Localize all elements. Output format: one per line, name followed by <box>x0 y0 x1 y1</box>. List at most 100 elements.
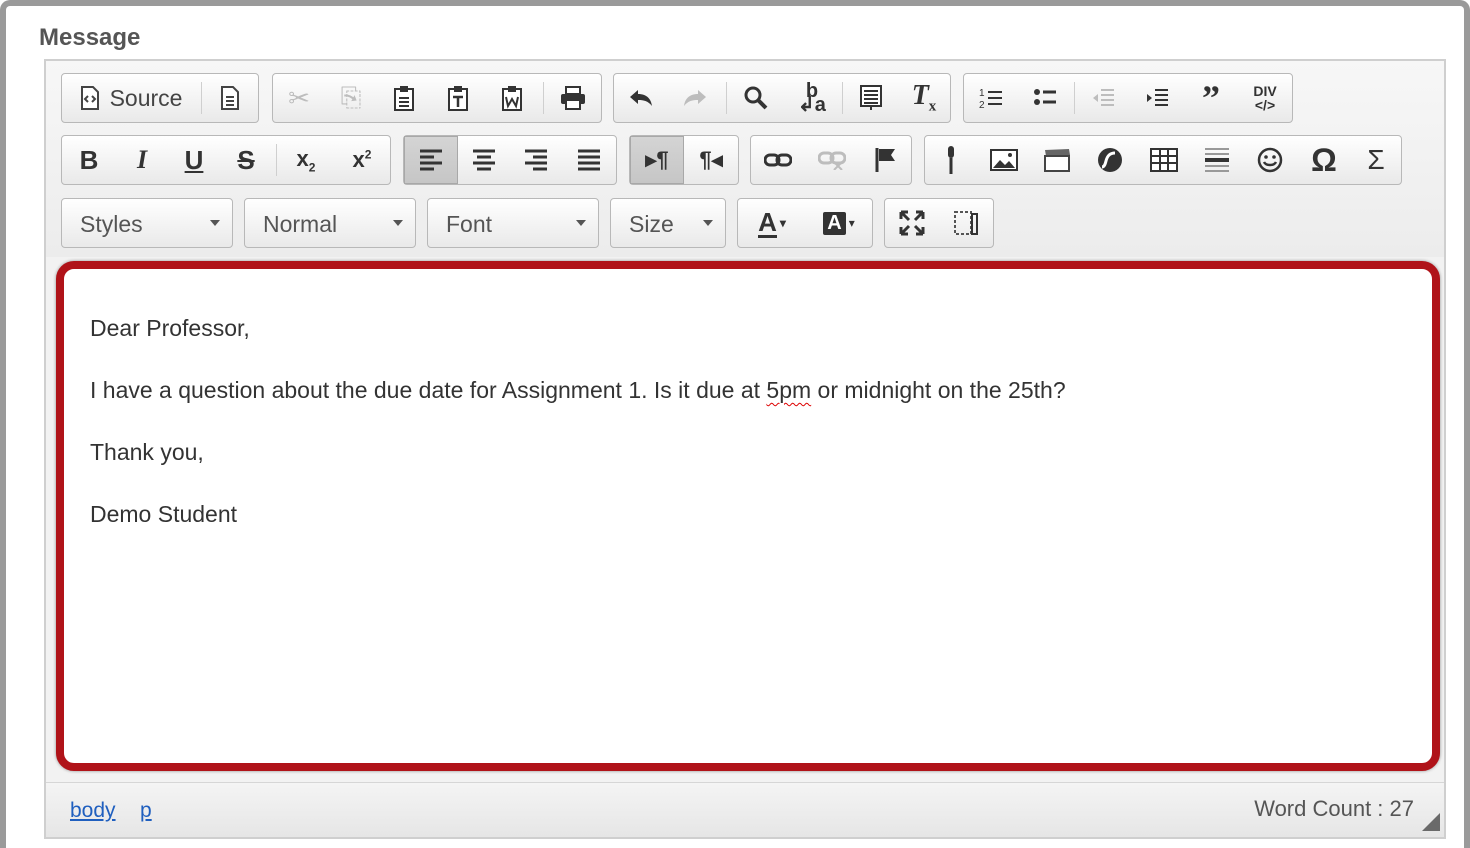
chevron-down-icon: ▾ <box>848 216 855 230</box>
copy-icon: ⎘ <box>340 82 362 112</box>
element-path-body[interactable]: body <box>70 799 116 823</box>
resize-handle-icon[interactable] <box>1422 813 1440 831</box>
editor-toolbar: Source ✂ ⎘ b ↲a Tx 1 2 ” DIV </> B I U S… <box>46 61 1444 257</box>
clipboard-group: ✂ ⎘ <box>272 73 602 123</box>
alignment-group <box>403 135 617 185</box>
blockquote-button[interactable]: ” <box>1184 74 1238 122</box>
tools-group <box>884 198 994 248</box>
decrease-indent-button[interactable] <box>1076 74 1130 122</box>
rtl-icon: ¶◂ <box>699 147 723 172</box>
link-button[interactable] <box>751 136 805 184</box>
anchor-button[interactable] <box>859 136 911 184</box>
strikethrough-button[interactable]: S <box>220 136 272 184</box>
bold-button[interactable]: B <box>62 136 116 184</box>
background-color-button[interactable]: A ▾ <box>806 199 872 247</box>
insert-group: Ω Σ <box>924 135 1402 185</box>
copy-button[interactable]: ⎘ <box>325 74 377 122</box>
printer-icon <box>560 86 586 110</box>
editor-content-area[interactable]: Dear Professor, I have a question about … <box>56 261 1440 771</box>
insert-table-button[interactable] <box>1137 136 1191 184</box>
replace-button[interactable]: b ↲a <box>784 74 840 122</box>
horizontal-line-icon <box>1204 146 1230 174</box>
styles-dropdown-label: Styles <box>80 211 143 237</box>
div-icon: DIV </> <box>1253 83 1277 113</box>
insert-audio-button[interactable] <box>925 136 977 184</box>
align-right-button[interactable] <box>510 136 562 184</box>
undo-button[interactable] <box>614 74 668 122</box>
source-icon <box>80 86 100 110</box>
links-group <box>750 135 912 185</box>
document-group: Source <box>61 73 259 123</box>
unlink-button[interactable] <box>805 136 859 184</box>
insert-smiley-button[interactable] <box>1243 136 1297 184</box>
underline-button[interactable]: U <box>168 136 220 184</box>
smiley-icon <box>1257 147 1283 173</box>
paragraph-question-start: I have a question about the due date for… <box>90 377 767 403</box>
italic-button[interactable]: I <box>116 136 168 184</box>
paragraph-question-end: or midnight on the 25th? <box>811 377 1066 403</box>
align-left-button[interactable] <box>404 136 458 184</box>
insert-video-button[interactable] <box>1031 136 1083 184</box>
element-path-p[interactable]: p <box>140 799 152 823</box>
insert-flash-button[interactable] <box>1083 136 1137 184</box>
horizontal-line-button[interactable] <box>1191 136 1243 184</box>
microphone-icon <box>944 145 958 175</box>
cut-button[interactable]: ✂ <box>273 74 325 122</box>
styles-dropdown[interactable]: Styles <box>61 198 233 248</box>
special-character-button[interactable]: Ω <box>1297 136 1351 184</box>
list-group: 12 ” DIV </> <box>963 73 1293 123</box>
preview-button[interactable] <box>202 74 258 122</box>
remove-format-button[interactable]: Tx <box>898 74 950 122</box>
insert-math-button[interactable]: Σ <box>1351 136 1401 184</box>
align-left-icon <box>419 149 443 171</box>
print-button[interactable] <box>545 74 601 122</box>
strikethrough-icon: S <box>237 144 255 175</box>
maximize-icon <box>899 210 925 236</box>
select-all-button[interactable] <box>844 74 898 122</box>
text-direction-rtl-button[interactable]: ¶◂ <box>684 136 738 184</box>
source-button[interactable]: Source <box>62 74 200 122</box>
paste-text-button[interactable] <box>431 74 485 122</box>
format-dropdown[interactable]: Normal <box>244 198 416 248</box>
misspelled-word[interactable]: 5pm <box>766 377 811 403</box>
maximize-button[interactable] <box>885 199 939 247</box>
superscript-icon: x2 <box>352 147 372 172</box>
bulleted-list-button[interactable] <box>1018 74 1072 122</box>
text-direction-ltr-button[interactable]: ▸¶ <box>630 136 684 184</box>
justify-button[interactable] <box>562 136 616 184</box>
redo-button[interactable] <box>668 74 722 122</box>
find-button[interactable] <box>728 74 784 122</box>
word-count: Word Count : 27 <box>1254 796 1414 821</box>
paste-word-icon <box>501 85 523 111</box>
paste-button[interactable] <box>377 74 431 122</box>
create-div-button[interactable]: DIV </> <box>1238 74 1292 122</box>
table-icon <box>1150 148 1178 172</box>
justify-icon <box>577 149 601 171</box>
link-icon <box>764 152 792 168</box>
insert-image-button[interactable] <box>977 136 1031 184</box>
font-dropdown[interactable]: Font <box>427 198 599 248</box>
paste-word-button[interactable] <box>485 74 539 122</box>
paste-icon <box>393 85 415 111</box>
size-dropdown[interactable]: Size <box>610 198 726 248</box>
show-blocks-button[interactable] <box>939 199 993 247</box>
text-color-button[interactable]: A ▾ <box>738 199 806 247</box>
svg-text:2: 2 <box>979 100 985 110</box>
chevron-down-icon: ▾ <box>779 216 786 230</box>
bulleted-list-icon <box>1033 86 1057 110</box>
paste-text-icon <box>447 85 469 111</box>
superscript-button[interactable]: x2 <box>334 136 390 184</box>
source-label: Source <box>109 84 183 111</box>
undo-icon <box>628 88 654 108</box>
paragraph-signature: Demo Student <box>90 501 238 527</box>
subscript-icon: x2 <box>296 145 316 175</box>
numbered-list-button[interactable]: 12 <box>964 74 1018 122</box>
paragraph-greeting: Dear Professor, <box>90 315 250 341</box>
clapperboard-icon <box>1043 148 1071 172</box>
subscript-button[interactable]: x2 <box>278 136 334 184</box>
increase-indent-button[interactable] <box>1130 74 1184 122</box>
align-right-icon <box>524 149 548 171</box>
indent-icon <box>1145 86 1169 110</box>
text-color-icon: A <box>758 206 777 238</box>
align-center-button[interactable] <box>458 136 510 184</box>
